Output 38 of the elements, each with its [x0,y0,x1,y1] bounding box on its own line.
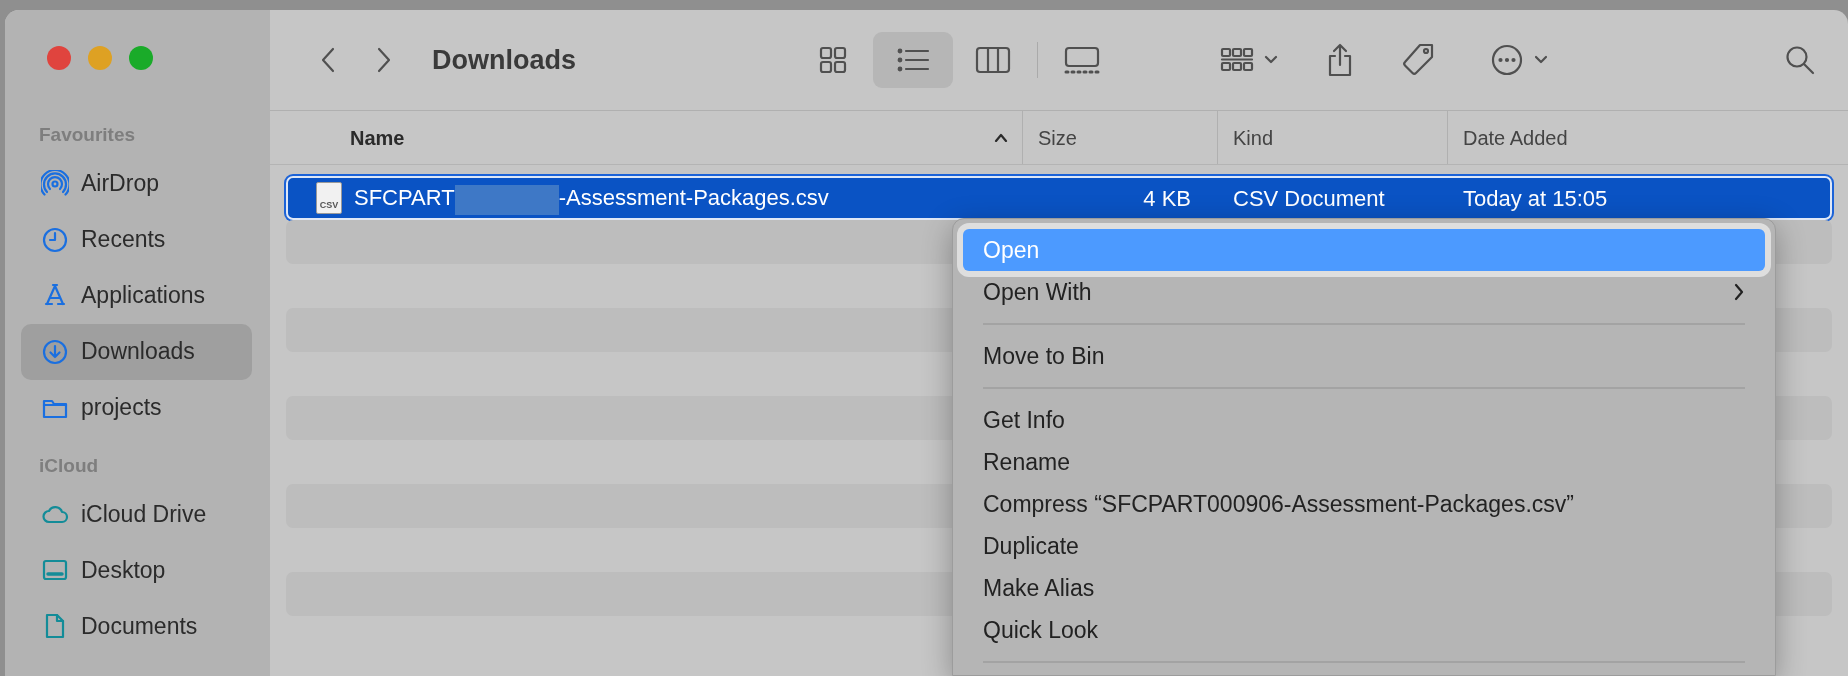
file-row[interactable]: CSV SFCPART -Assessment-Packages.csv 4 KB CSV Document Today at 15:05 [286,176,1832,220]
airdrop-icon [41,169,69,198]
sidebar-item[interactable]: AirDrop [21,155,252,212]
columns-icon [974,44,1011,76]
column-header[interactable]: Size [1038,122,1077,153]
sidebar-item[interactable]: Documents [21,598,252,654]
list-view-button[interactable] [872,32,953,88]
sidebar-item[interactable]: Downloads [21,323,252,380]
chevron-down-icon [1533,55,1548,65]
gallery-icon [1062,45,1101,75]
ellipsis-circle-icon [1489,43,1524,77]
file-kind: CSV Document [1233,184,1385,213]
menu-item[interactable]: Make Alias [963,567,1765,609]
column-header[interactable]: Date Added [1463,122,1568,153]
window-title: Downloads [432,43,576,77]
sidebar-item[interactable]: projects [21,379,252,436]
sidebar-item[interactable]: Recents [21,211,252,268]
file-name: SFCPART -Assessment-Packages.csv [354,181,829,215]
menu-item[interactable]: Quick Look [963,609,1765,651]
download-icon [41,337,69,366]
sidebar-item[interactable]: Desktop [21,542,252,598]
csv-file-icon: CSV [316,182,342,214]
column-header[interactable]: Name [350,122,405,153]
chevron-down-icon [1263,55,1278,65]
sidebar-item[interactable]: iCloud Drive [21,486,252,542]
menu-item[interactable]: Duplicate [963,525,1765,567]
menu-item[interactable]: Open With [963,271,1765,313]
clock-icon [41,225,69,254]
menu-item[interactable]: Compress “SFCPART000906-Assessment-Packages.csv” [963,483,1765,525]
column-header[interactable]: Kind [1233,122,1274,153]
sidebar-item[interactable]: Applications [21,267,252,324]
menu-item[interactable]: Rename [963,441,1765,483]
grid-icon [817,45,848,75]
date-added: Today at 15:05 [1463,184,1608,213]
menu-item[interactable]: Get Info [963,399,1765,441]
menu-item[interactable]: Move to Bin [963,335,1765,377]
file-size: 4 KB [1143,184,1191,213]
search-icon [1784,44,1816,76]
